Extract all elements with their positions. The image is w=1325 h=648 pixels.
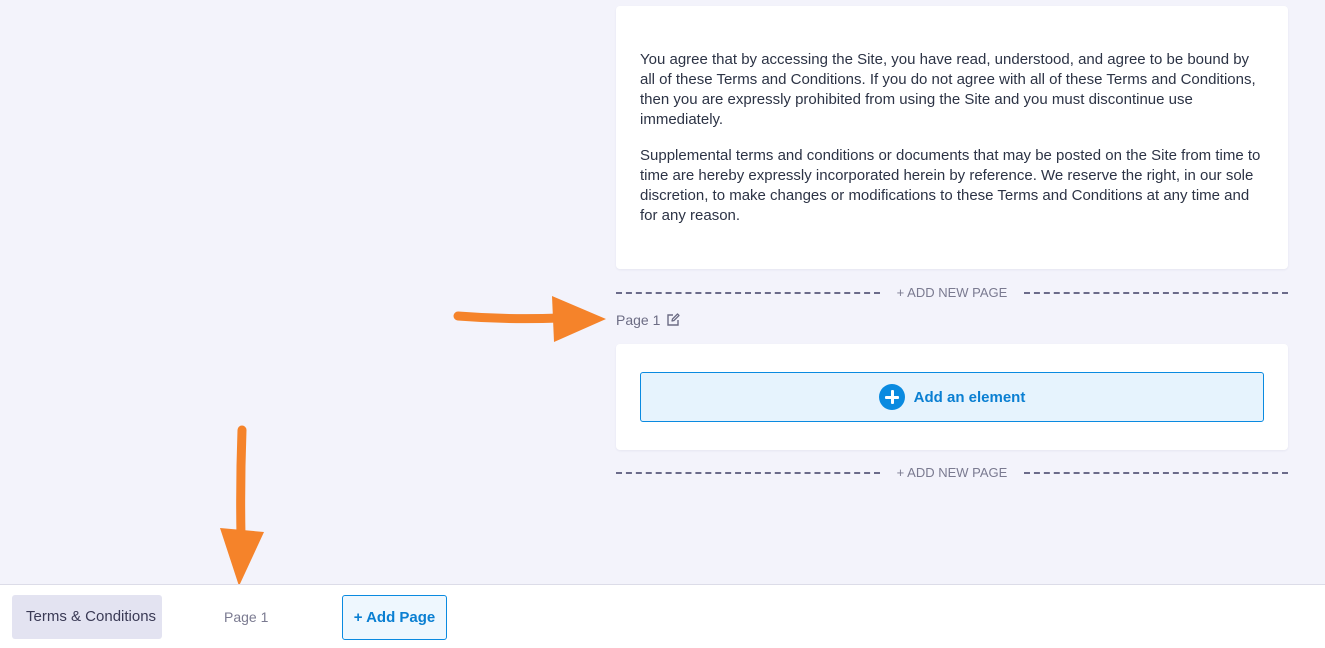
page-name: Page 1 [616,312,661,328]
edit-icon[interactable] [666,313,681,327]
terms-paragraph-2: Supplemental terms and conditions or doc… [640,147,1261,224]
add-page-button[interactable]: + Add Page [342,595,447,640]
annotation-arrow-down-icon [220,425,264,586]
plus-circle-icon [878,384,905,410]
dashed-line-right [1024,292,1288,294]
add-new-page-divider-top[interactable]: + ADD NEW PAGE [616,286,1288,300]
page-tabs-bar: Terms & Conditions Page 1 + Add Page [0,584,1325,648]
add-element-button[interactable]: Add an element [640,372,1264,422]
page-title-label: Page 1 [616,312,681,328]
dashed-line-right [1024,472,1288,474]
page-card: Add an element [616,344,1288,450]
add-element-label: Add an element [913,388,1026,406]
terms-content-card: You agree that by accessing the Site, yo… [616,6,1288,269]
tab-page-1[interactable]: Page 1 [224,595,268,639]
annotation-arrow-right-icon [453,296,606,342]
add-new-page-divider-bottom[interactable]: + ADD NEW PAGE [616,466,1288,480]
terms-paragraph-1: You agree that by accessing the Site, yo… [640,51,1256,128]
tab-terms-and-conditions[interactable]: Terms & Conditions [12,595,162,639]
